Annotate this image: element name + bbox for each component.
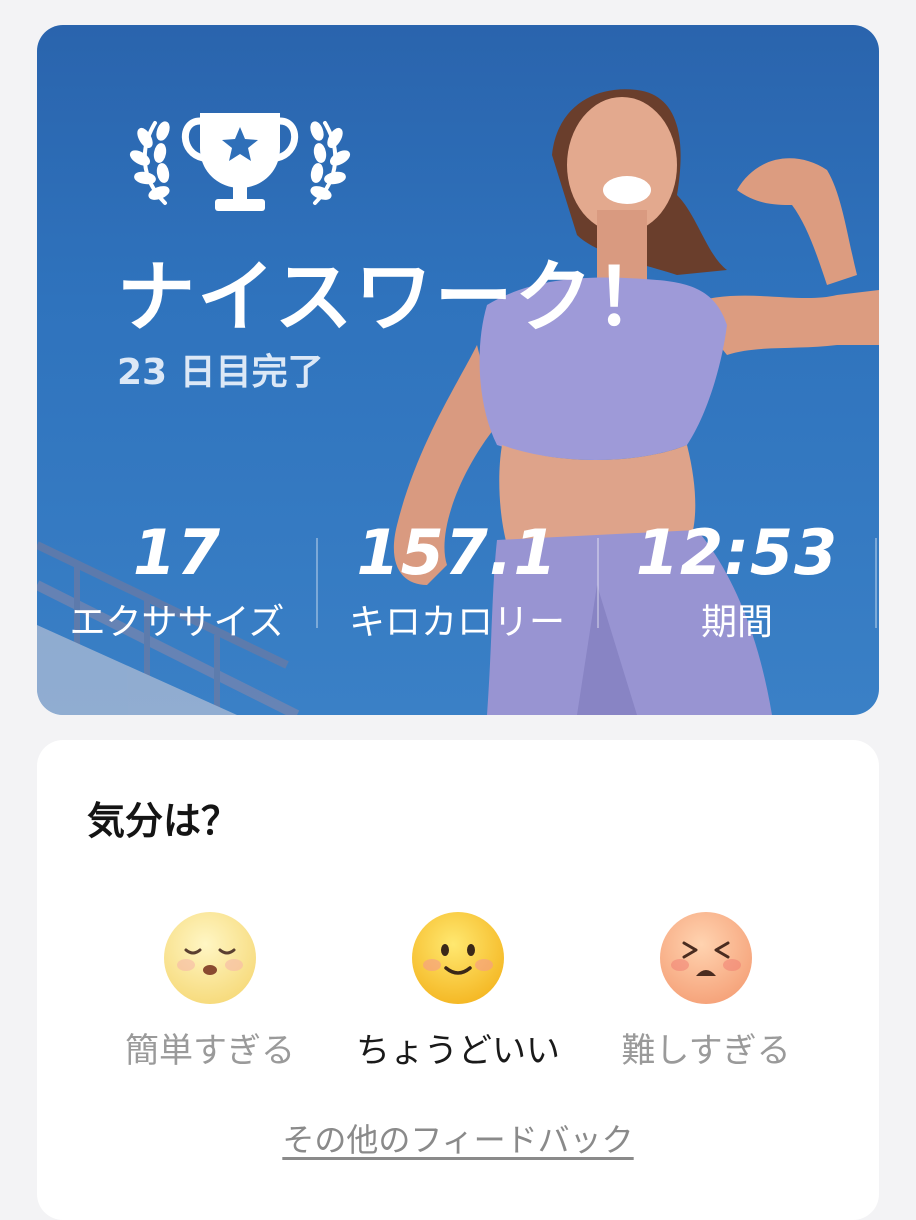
other-feedback-link[interactable]: その他のフィードバック — [37, 1115, 879, 1161]
mood-option-label: 簡単すぎる — [125, 1031, 295, 1071]
day-completed-label: 23 日目完了 — [117, 352, 324, 393]
frustrated-face-icon — [660, 912, 752, 1004]
workout-stats: 17 エクササイズ 157.1 キロカロリー 12:53 期間 — [37, 513, 879, 663]
stat-divider — [597, 538, 599, 628]
stat-duration: 12:53 期間 — [602, 513, 872, 653]
laurel-right-icon — [310, 121, 351, 205]
mood-question: 気分は？ — [87, 799, 240, 843]
workout-summary-hero: ナイスワーク！ 23 日目完了 17 エクササイズ 157.1 キロカロリー 1… — [37, 25, 879, 715]
mood-option-too-easy[interactable]: 簡単すぎる — [85, 910, 335, 1076]
stat-value: 157.1 — [356, 516, 558, 589]
stat-label: キロカロリー — [348, 602, 565, 643]
smiling-face-icon — [412, 912, 504, 1004]
stat-value: 12:53 — [635, 516, 839, 589]
laurel-left-icon — [129, 121, 170, 205]
stat-calories: 157.1 キロカロリー — [322, 513, 592, 653]
mood-option-too-hard[interactable]: 難しすぎる — [581, 910, 831, 1076]
mood-option-label: 難しすぎる — [621, 1031, 791, 1071]
stat-divider — [875, 538, 877, 628]
stat-divider — [316, 538, 318, 628]
hero-title: ナイスワーク！ — [117, 253, 675, 343]
mood-option-label: ちょうどいい — [356, 1031, 560, 1071]
stat-label: 期間 — [700, 602, 773, 643]
mood-option-just-right[interactable]: ちょうどいい — [333, 910, 583, 1076]
stat-exercises: 17 エクササイズ — [42, 513, 312, 653]
mood-feedback-card: 気分は？ 簡単すぎる ちょうどいい 難しすぎる その他のフィードバック — [37, 740, 879, 1220]
stat-label: エクササイズ — [69, 602, 285, 643]
stat-value: 17 — [132, 516, 222, 589]
trophy-star-icon — [181, 113, 299, 211]
trophy-icon-group — [129, 113, 351, 211]
sleepy-face-icon — [164, 912, 256, 1004]
